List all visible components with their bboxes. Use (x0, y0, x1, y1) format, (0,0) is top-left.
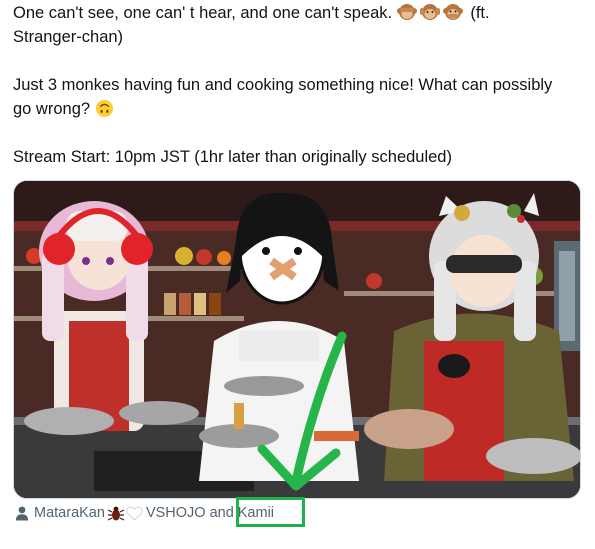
tweet-paragraph-2: Just 3 monkes having fun and cooking som… (13, 73, 553, 121)
person-icon (15, 506, 29, 521)
left-streamer (39, 201, 153, 431)
tagged-user-kamii[interactable]: Kamii (238, 503, 274, 523)
upside-down-face-icon (95, 99, 113, 118)
speak-no-evil-monkey-icon (442, 4, 463, 20)
tagged-user-matarakan[interactable]: MataraKan (34, 503, 105, 523)
bug-icon (107, 506, 125, 521)
tweet-paragraph-3: Stream Start: 10pm JST (1hr later than o… (13, 148, 452, 166)
media-tag-line: MataraKan VSHOJO and Kamii (15, 503, 274, 523)
tweet-media-image[interactable] (13, 180, 581, 499)
tweet-paragraph-1-text: One can't see, one can' t hear, and one … (13, 4, 393, 22)
see-no-evil-monkey-icon (396, 4, 417, 20)
media-illustration (14, 181, 580, 498)
tagged-org-vshojo[interactable]: VSHOJO (146, 503, 206, 523)
hear-no-evil-monkey-icon (419, 4, 440, 20)
and-text: and (209, 505, 234, 522)
white-heart-icon (126, 506, 143, 521)
tweet-paragraph-1: One can't see, one can' t hear, and one … (13, 1, 553, 49)
